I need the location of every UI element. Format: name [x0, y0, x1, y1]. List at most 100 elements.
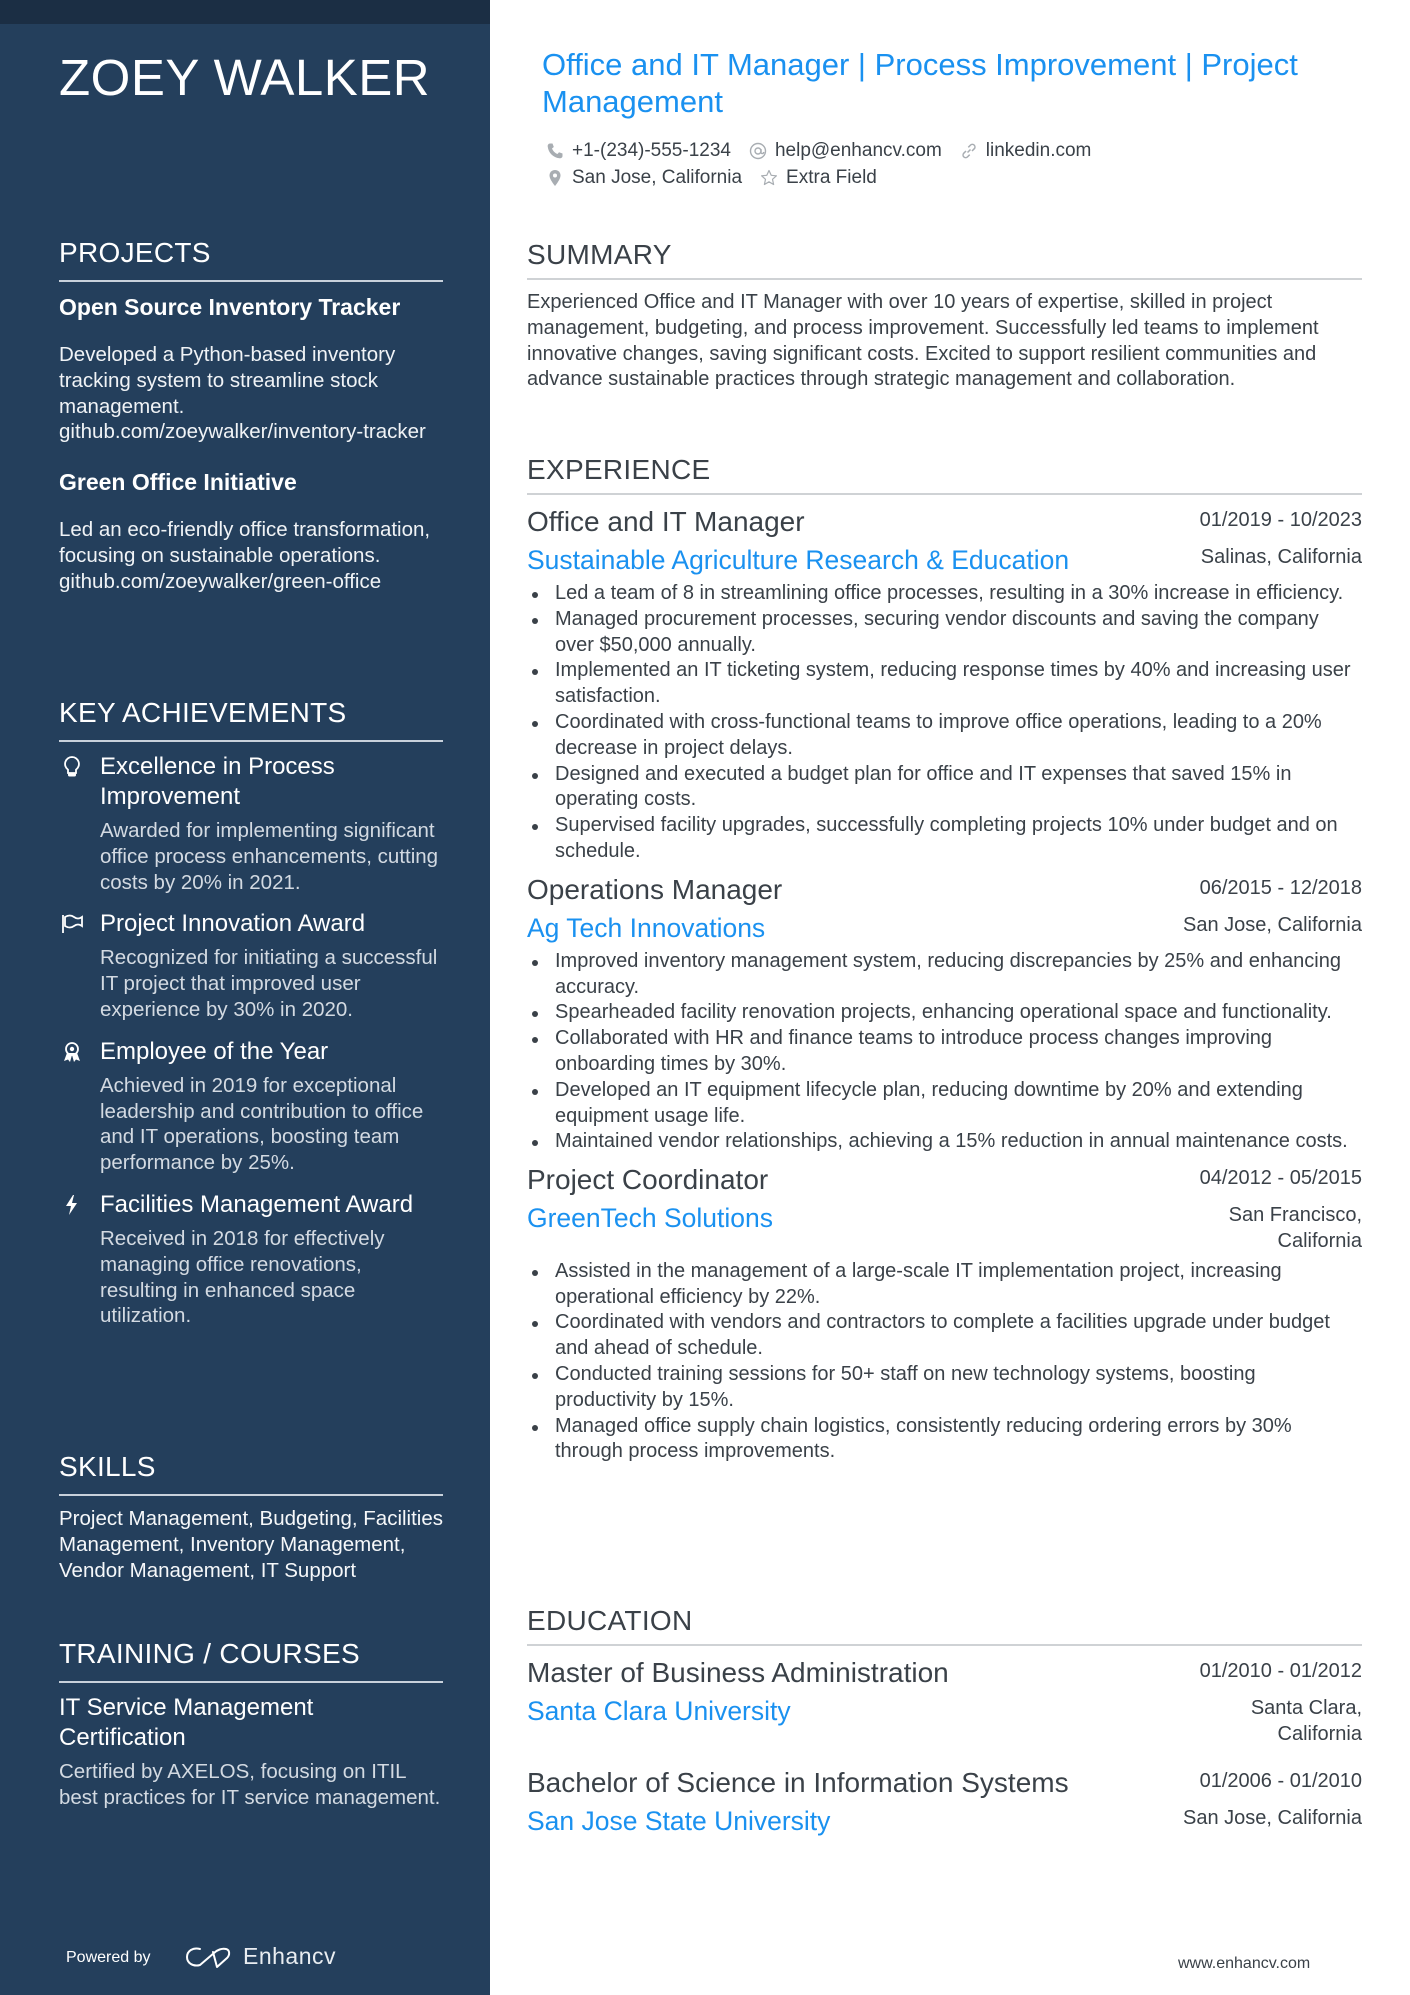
summary-text: Experienced Office and IT Manager with o… — [527, 291, 1319, 391]
education-location: Santa Clara, California — [1250, 1697, 1362, 1745]
skills-list: Project Management, Budgeting, Facilitie… — [59, 1507, 444, 1582]
job-bullet: Collaborated with HR and finance teams t… — [527, 1026, 1362, 1078]
skills-heading: SKILLS — [59, 1450, 443, 1496]
training-heading: TRAINING / COURSES — [59, 1637, 443, 1683]
job-bullet: Developed an IT equipment lifecycle plan… — [527, 1078, 1362, 1130]
achievement-description: Received in 2018 for effectively managin… — [100, 1226, 385, 1328]
powered-by-label: Powered by — [66, 1949, 151, 1966]
job-dates: 01/2019 - 10/2023 — [1199, 509, 1362, 531]
contact-location: San Jose, California — [546, 164, 742, 191]
job-company: GreenTech Solutions — [527, 1203, 774, 1234]
contact-row: +1-(234)-555-1234 help@enhancv.com linke… — [546, 137, 1109, 164]
enhancv-brand-name[interactable]: Enhancv — [243, 1941, 336, 1971]
job-bullet: Led a team of 8 in streamlining office p… — [527, 581, 1362, 607]
contact-linkedin[interactable]: linkedin.com — [960, 137, 1092, 164]
contact-info: +1-(234)-555-1234 help@enhancv.com linke… — [546, 137, 1109, 191]
at-icon — [749, 142, 767, 159]
degree-title: Bachelor of Science in Information Syste… — [527, 1766, 1069, 1798]
achievement-item: Project Innovation Award Recognized for … — [59, 909, 443, 1022]
skills-section: SKILLS Project Management, Budgeting, Fa… — [59, 1450, 443, 1583]
achievement-title: Excellence in Process Improvement — [100, 753, 335, 810]
achievement-item: Employee of the Year Achieved in 2019 fo… — [59, 1037, 443, 1176]
enhancv-logo-icon[interactable] — [184, 1944, 232, 1970]
job-bullet: Improved inventory management system, re… — [527, 949, 1362, 1001]
summary-section: SUMMARY Experienced Office and IT Manage… — [527, 238, 1362, 393]
email-text: help@enhancv.com — [774, 140, 942, 161]
job-title: Office and IT Manager — [527, 506, 805, 537]
contact-phone[interactable]: +1-(234)-555-1234 — [546, 137, 731, 164]
headline: Office and IT Manager | Process Improvem… — [542, 47, 1298, 119]
job-bullet: Managed office supply chain logistics, c… — [527, 1414, 1362, 1466]
projects-section: PROJECTS Open Source Inventory Tracker D… — [59, 236, 443, 617]
job-bullet: Conducted training sessions for 50+ staf… — [527, 1362, 1362, 1414]
experience-heading: EXPERIENCE — [527, 453, 1362, 495]
education-entry: Master of Business Administration 01/201… — [527, 1656, 1362, 1748]
achievement-title: Project Innovation Award — [100, 910, 366, 938]
flag-icon — [61, 912, 83, 936]
school-name: Santa Clara University — [527, 1696, 791, 1726]
project-item: Open Source Inventory Tracker Developed … — [59, 292, 443, 445]
education-section: EDUCATION Master of Business Administrat… — [527, 1604, 1362, 1856]
job-bullets: Assisted in the management of a large-sc… — [527, 1259, 1362, 1465]
phone-text: +1-(234)-555-1234 — [572, 140, 731, 161]
job-dates: 06/2015 - 12/2018 — [1199, 876, 1362, 899]
job-company: Sustainable Agriculture Research & Educa… — [527, 545, 1070, 575]
job-bullet: Designed and executed a budget plan for … — [527, 762, 1362, 814]
achievements-section: KEY ACHIEVEMENTS Excellence in Process I… — [59, 696, 443, 1343]
job-location: San Francisco, California — [1228, 1204, 1362, 1252]
achievement-item: Facilities Management Award Received in … — [59, 1190, 443, 1329]
phone-icon — [547, 143, 563, 158]
job-location: Salinas, California — [1200, 546, 1362, 568]
education-entry: Bachelor of Science in Information Syste… — [527, 1766, 1362, 1838]
job-location: San Jose, California — [1183, 913, 1362, 936]
school-name: San Jose State University — [527, 1805, 831, 1836]
candidate-name: ZOEY WALKER — [59, 49, 431, 106]
achievement-title: Employee of the Year — [100, 1037, 329, 1065]
achievement-description: Awarded for implementing significant off… — [100, 819, 439, 894]
job-bullet: Supervised facility upgrades, successful… — [527, 813, 1362, 865]
job-bullet: Managed procurement processes, securing … — [527, 607, 1362, 659]
location-pin-icon — [549, 169, 561, 186]
degree-title: Master of Business Administration — [527, 1657, 949, 1688]
location-text: San Jose, California — [572, 167, 743, 188]
education-heading: EDUCATION — [527, 1604, 1362, 1646]
job-bullet: Assisted in the management of a large-sc… — [527, 1259, 1362, 1311]
job-entry: Office and IT Manager 01/2019 - 10/2023 … — [527, 505, 1362, 865]
contact-email[interactable]: help@enhancv.com — [749, 137, 942, 164]
contact-row: San Jose, California Extra Field — [546, 164, 1109, 191]
job-bullet: Coordinated with cross-functional teams … — [527, 710, 1362, 762]
job-bullet: Implemented an IT ticketing system, redu… — [527, 658, 1362, 710]
job-bullet: Maintained vendor relationships, achievi… — [527, 1129, 1362, 1155]
achievement-description: Recognized for initiating a successful I… — [100, 946, 438, 1021]
education-location: San Jose, California — [1183, 1806, 1362, 1829]
job-dates: 04/2012 - 05/2015 — [1199, 1167, 1362, 1190]
extra-field-text: Extra Field — [786, 167, 877, 188]
projects-heading: PROJECTS — [59, 236, 443, 282]
job-title: Operations Manager — [527, 873, 783, 905]
project-description: Led an eco-friendly office transformatio… — [59, 518, 431, 593]
achievement-title: Facilities Management Award — [100, 1190, 414, 1218]
course-description: Certified by AXELOS, focusing on ITIL be… — [59, 1760, 441, 1809]
job-bullet: Spearheaded facility renovation projects… — [527, 1000, 1362, 1026]
course-title: IT Service Management Certification — [59, 1694, 314, 1751]
training-section: TRAINING / COURSES IT Service Management… — [59, 1637, 443, 1811]
project-item: Green Office Initiative Led an eco-frien… — [59, 467, 443, 594]
job-entry: Operations Manager 06/2015 - 12/2018 Ag … — [527, 873, 1362, 1155]
footer-website-link[interactable]: www.enhancv.com — [1178, 1954, 1310, 1974]
achievement-item: Excellence in Process Improvement Awarde… — [59, 752, 443, 895]
achievements-heading: KEY ACHIEVEMENTS — [59, 696, 443, 742]
star-icon — [761, 169, 778, 185]
lightbulb-icon — [61, 755, 83, 779]
contact-extra: Extra Field — [760, 164, 877, 191]
job-bullet: Coordinated with vendors and contractors… — [527, 1310, 1362, 1362]
linkedin-text: linkedin.com — [985, 140, 1092, 161]
medal-icon — [61, 1040, 83, 1064]
job-company: Ag Tech Innovations — [527, 912, 766, 943]
project-title: Open Source Inventory Tracker — [59, 294, 401, 320]
project-title: Green Office Initiative — [59, 469, 297, 496]
job-title: Project Coordinator — [527, 1164, 769, 1196]
job-bullets: Improved inventory management system, re… — [527, 949, 1362, 1155]
job-bullets: Led a team of 8 in streamlining office p… — [527, 581, 1362, 865]
project-description: Developed a Python-based inventory track… — [59, 343, 426, 444]
job-entry: Project Coordinator 04/2012 - 05/2015 Gr… — [527, 1163, 1362, 1465]
